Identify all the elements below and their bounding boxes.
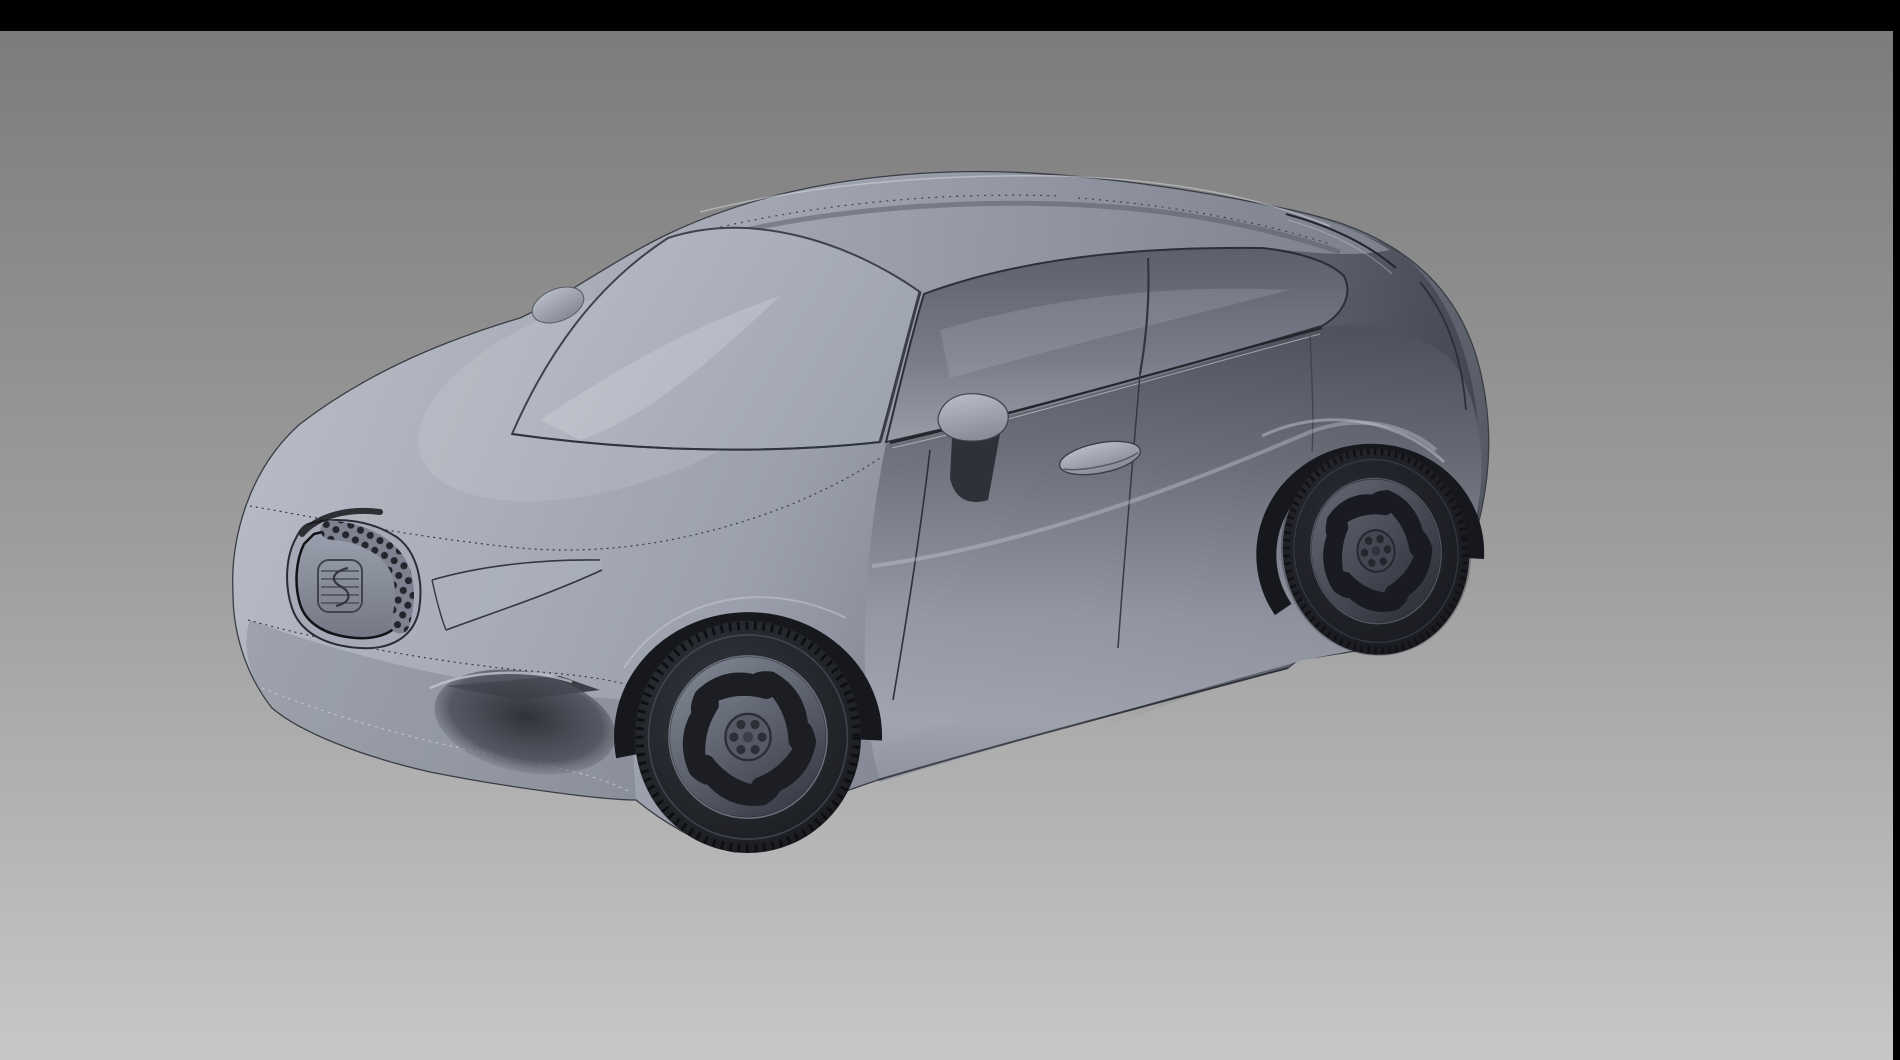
application-window xyxy=(0,0,1900,1060)
viewport-3d[interactable] xyxy=(0,0,1900,1060)
side-mirror xyxy=(938,394,1008,441)
frame-right-bar xyxy=(1893,0,1900,1060)
front-wheel xyxy=(635,621,861,853)
frame-top-bar xyxy=(0,0,1900,31)
